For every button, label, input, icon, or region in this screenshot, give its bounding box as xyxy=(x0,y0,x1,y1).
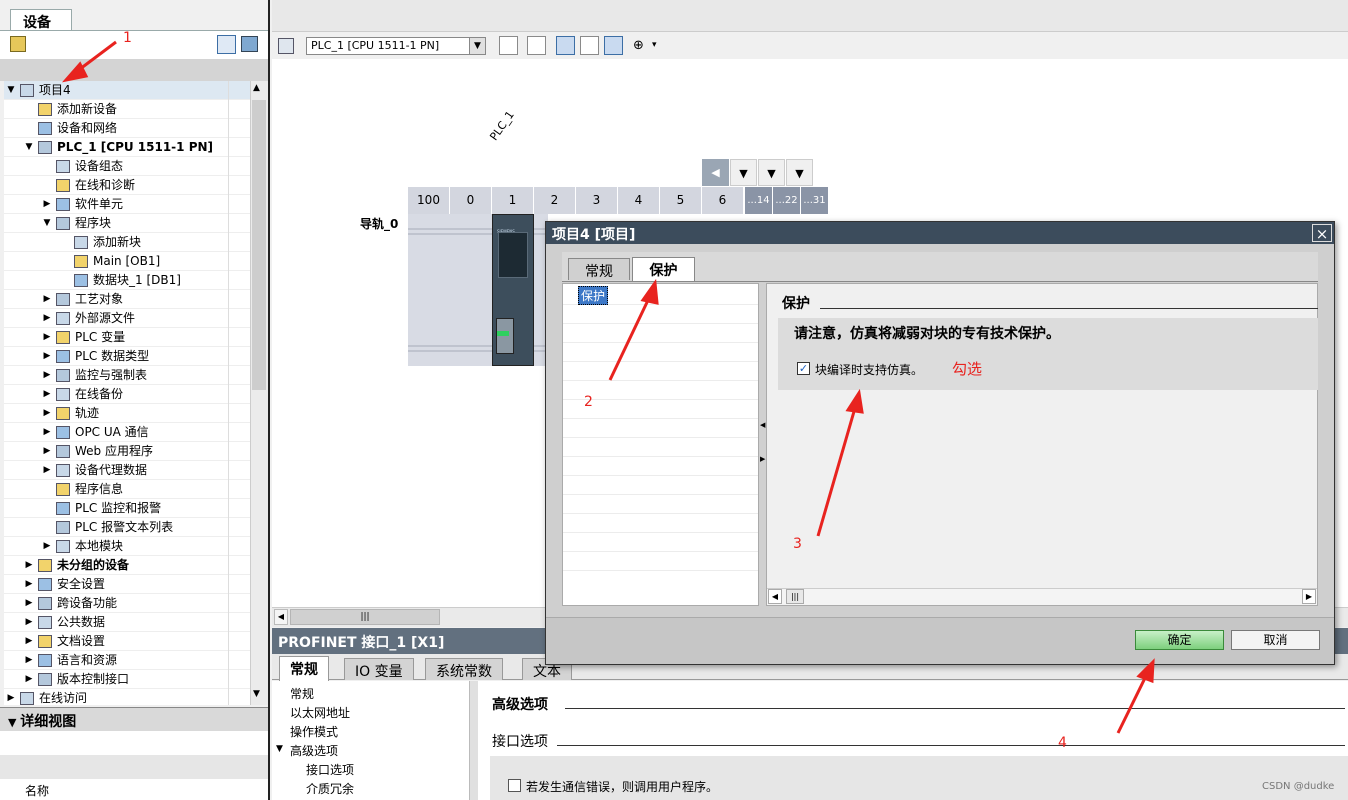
annotation-arrowhead-2 xyxy=(640,278,659,305)
annotation-arrows xyxy=(61,40,1155,734)
annotation-label-2: 2 xyxy=(584,394,593,410)
annotation-label-4: 4 xyxy=(1058,735,1067,751)
annotation-check-hint: 勾选 xyxy=(952,360,983,378)
annotation-arrow-3 xyxy=(816,407,857,537)
annotation-arrowhead-4 xyxy=(1136,658,1155,684)
annotation-arrow-4 xyxy=(1116,675,1148,734)
annotation-arrowhead-3 xyxy=(845,388,864,414)
annotation-label-3: 3 xyxy=(793,536,802,552)
annotation-arrow-2 xyxy=(608,295,652,381)
annotation-label-1: 1 xyxy=(123,30,132,46)
